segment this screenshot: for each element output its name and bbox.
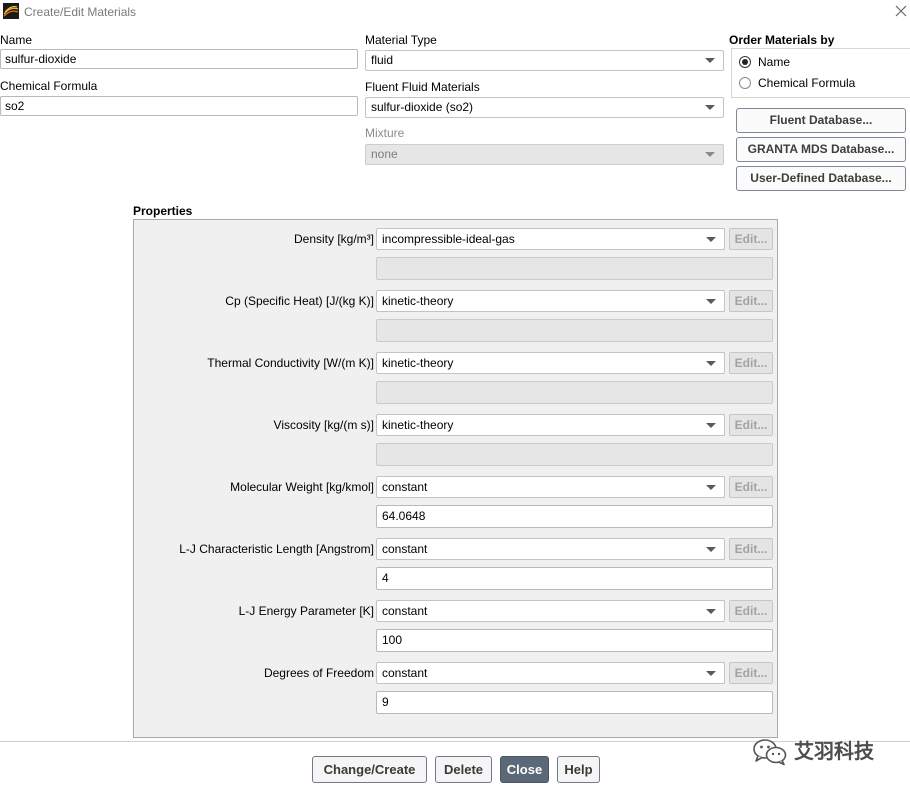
dropdown-arrow-icon xyxy=(705,105,715,110)
cp-value-field[interactable] xyxy=(376,319,773,342)
watermark-text: 艾羽科技 xyxy=(794,741,874,763)
property-row-degrees-of-freedom: Degrees of Freedom constant Edit... 9 xyxy=(134,662,777,716)
properties-label: Properties xyxy=(133,204,193,218)
thermal-conductivity-method-dropdown[interactable]: kinetic-theory xyxy=(376,352,725,374)
property-row-lj-energy: L-J Energy Parameter [K] constant Edit..… xyxy=(134,600,777,654)
dropdown-arrow-icon xyxy=(706,671,716,676)
property-label: Cp (Specific Heat) [J/(kg K)] xyxy=(225,294,374,308)
lj-length-method-dropdown[interactable]: constant xyxy=(376,538,725,560)
degrees-of-freedom-value-field[interactable]: 9 xyxy=(376,691,773,714)
property-row-thermal-conductivity: Thermal Conductivity [W/(m K)] kinetic-t… xyxy=(134,352,777,406)
dropdown-arrow-icon xyxy=(705,58,715,63)
order-by-name-label[interactable]: Name xyxy=(758,55,790,69)
lj-energy-edit-button[interactable]: Edit... xyxy=(729,600,773,622)
lj-length-value-field[interactable]: 4 xyxy=(376,567,773,590)
wechat-icon xyxy=(752,738,788,766)
property-label: Thermal Conductivity [W/(m K)] xyxy=(207,356,374,370)
method-value: kinetic-theory xyxy=(382,356,454,370)
dropdown-arrow-icon xyxy=(706,423,716,428)
name-label: Name xyxy=(0,33,33,47)
mixture-label: Mixture xyxy=(365,126,405,140)
change-create-button[interactable]: Change/Create xyxy=(312,756,427,783)
fluent-database-button[interactable]: Fluent Database... xyxy=(736,108,906,133)
method-value: kinetic-theory xyxy=(382,418,454,432)
fluent-logo-icon xyxy=(3,3,19,19)
order-by-chemical-formula-radio[interactable] xyxy=(739,77,751,89)
property-label: Viscosity [kg/(m s)] xyxy=(273,418,374,432)
molecular-weight-method-dropdown[interactable]: constant xyxy=(376,476,725,498)
close-icon[interactable] xyxy=(895,5,907,17)
dropdown-arrow-icon xyxy=(706,361,716,366)
help-button[interactable]: Help xyxy=(557,756,600,783)
degrees-of-freedom-edit-button[interactable]: Edit... xyxy=(729,662,773,684)
property-row-cp: Cp (Specific Heat) [J/(kg K)] kinetic-th… xyxy=(134,290,777,344)
properties-panel: Density [kg/m³] incompressible-ideal-gas… xyxy=(133,219,778,738)
property-row-density: Density [kg/m³] incompressible-ideal-gas… xyxy=(134,228,777,282)
order-by-name-radio[interactable] xyxy=(739,56,751,68)
dropdown-arrow-icon xyxy=(706,299,716,304)
fluent-fluid-materials-label: Fluent Fluid Materials xyxy=(365,80,480,94)
title-bar: Create/Edit Materials xyxy=(0,0,910,24)
dropdown-arrow-icon xyxy=(706,547,716,552)
window-title: Create/Edit Materials xyxy=(24,5,137,19)
density-value-field[interactable] xyxy=(376,257,773,280)
cp-method-dropdown[interactable]: kinetic-theory xyxy=(376,290,725,312)
material-type-label: Material Type xyxy=(365,33,437,47)
viscosity-edit-button[interactable]: Edit... xyxy=(729,414,773,436)
mixture-value: none xyxy=(371,147,398,161)
fluent-fluid-materials-dropdown[interactable]: sulfur-dioxide (so2) xyxy=(365,97,724,118)
degrees-of-freedom-method-dropdown[interactable]: constant xyxy=(376,662,725,684)
property-row-viscosity: Viscosity [kg/(m s)] kinetic-theory Edit… xyxy=(134,414,777,468)
mixture-dropdown[interactable]: none xyxy=(365,144,724,165)
thermal-conductivity-value-field[interactable] xyxy=(376,381,773,404)
property-row-lj-length: L-J Characteristic Length [Angstrom] con… xyxy=(134,538,777,592)
method-value: constant xyxy=(382,604,428,618)
close-button[interactable]: Close xyxy=(500,756,549,783)
chemical-formula-field[interactable]: so2 xyxy=(0,96,358,116)
molecular-weight-edit-button[interactable]: Edit... xyxy=(729,476,773,498)
lj-energy-value-field[interactable]: 100 xyxy=(376,629,773,652)
property-label: Degrees of Freedom xyxy=(263,666,374,680)
property-label: L-J Energy Parameter [K] xyxy=(238,604,374,618)
method-value: constant xyxy=(382,666,428,680)
chemical-formula-label: Chemical Formula xyxy=(0,79,98,93)
granta-mds-database-button[interactable]: GRANTA MDS Database... xyxy=(736,137,906,162)
user-defined-database-button[interactable]: User-Defined Database... xyxy=(736,166,906,191)
cp-edit-button[interactable]: Edit... xyxy=(729,290,773,312)
dropdown-arrow-icon xyxy=(705,152,715,157)
order-by-chemical-formula-label[interactable]: Chemical Formula xyxy=(758,76,855,90)
density-edit-button[interactable]: Edit... xyxy=(729,228,773,250)
fluent-fluid-materials-value: sulfur-dioxide (so2) xyxy=(371,100,474,114)
property-label: L-J Characteristic Length [Angstrom] xyxy=(179,542,374,556)
molecular-weight-value-field[interactable]: 64.0648 xyxy=(376,505,773,528)
property-label: Density [kg/m³] xyxy=(293,232,374,246)
material-type-value: fluid xyxy=(371,53,394,67)
density-method-dropdown[interactable]: incompressible-ideal-gas xyxy=(376,228,725,250)
lj-length-edit-button[interactable]: Edit... xyxy=(729,538,773,560)
property-row-molecular-weight: Molecular Weight [kg/kmol] constant Edit… xyxy=(134,476,777,530)
dropdown-arrow-icon xyxy=(706,485,716,490)
method-value: constant xyxy=(382,542,428,556)
order-materials-by-label: Order Materials by xyxy=(729,33,835,47)
thermal-conductivity-edit-button[interactable]: Edit... xyxy=(729,352,773,374)
viscosity-value-field[interactable] xyxy=(376,443,773,466)
viscosity-method-dropdown[interactable]: kinetic-theory xyxy=(376,414,725,436)
dropdown-arrow-icon xyxy=(706,237,716,242)
dropdown-arrow-icon xyxy=(706,609,716,614)
name-field[interactable]: sulfur-dioxide xyxy=(0,49,358,69)
method-value: constant xyxy=(382,480,428,494)
lj-energy-method-dropdown[interactable]: constant xyxy=(376,600,725,622)
method-value: incompressible-ideal-gas xyxy=(382,232,515,246)
method-value: kinetic-theory xyxy=(382,294,454,308)
property-label: Molecular Weight [kg/kmol] xyxy=(230,480,374,494)
material-type-dropdown[interactable]: fluid xyxy=(365,50,724,71)
delete-button[interactable]: Delete xyxy=(435,756,492,783)
